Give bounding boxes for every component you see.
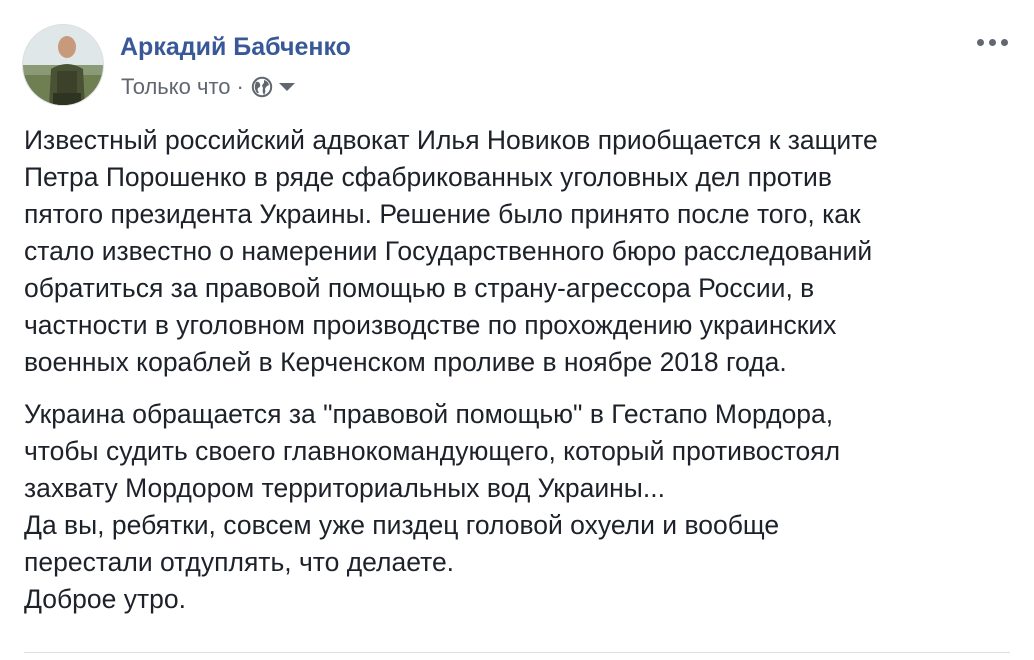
post-paragraph-1: Известный российский адвокат Илья Новико… <box>24 125 878 377</box>
more-options-icon <box>976 38 984 46</box>
globe-icon[interactable] <box>251 76 273 98</box>
caret-down-icon[interactable] <box>278 83 295 91</box>
more-options-icon-dot <box>988 38 996 46</box>
more-options-button[interactable] <box>972 30 1012 54</box>
timestamp-link[interactable]: Только что <box>121 74 231 100</box>
more-options-icon-dot <box>1000 38 1008 46</box>
meta-separator: · <box>236 74 244 99</box>
post-meta: Только что · <box>121 73 295 101</box>
post-text: Известный российский адвокат Илья Новико… <box>24 122 1014 633</box>
post-divider <box>24 652 1010 653</box>
author-name-link[interactable]: Аркадий Бабченко <box>120 33 351 62</box>
author-avatar[interactable] <box>22 24 104 106</box>
post-card: Аркадий Бабченко Только что · Известный … <box>0 0 1034 660</box>
avatar-photo <box>23 25 103 105</box>
post-paragraph-2: Украина обращается за "правовой помощью"… <box>24 399 841 614</box>
